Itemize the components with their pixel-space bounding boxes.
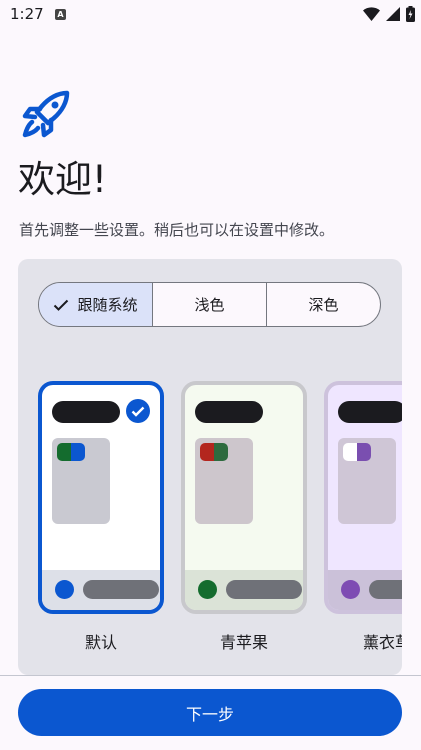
preview-bottom-pill <box>226 580 302 599</box>
preview-color-dot <box>71 443 85 461</box>
theme-mode-label: 浅色 <box>194 296 225 314</box>
theme-label-lavender: 薰衣草 <box>362 633 402 652</box>
notification-a-icon: A <box>55 9 66 20</box>
status-time: 1:27 <box>10 5 44 23</box>
wifi-icon <box>362 7 380 21</box>
next-step-button[interactable]: 下一步 <box>18 689 402 736</box>
theme-mode-label: 跟随系统 <box>77 296 138 314</box>
preview-content-box <box>195 438 253 524</box>
battery-icon <box>406 6 415 22</box>
theme-mode-label: 深色 <box>308 296 339 314</box>
theme-card-green-apple[interactable] <box>181 381 307 614</box>
theme-mode-segmented-control: 跟随系统 浅色 深色 <box>38 282 381 327</box>
theme-label-default: 默认 <box>84 633 117 652</box>
preview-bottom-bar <box>185 570 303 610</box>
preview-color-dot <box>343 443 357 461</box>
preview-color-dot <box>357 443 371 461</box>
theme-label-green-apple: 青苹果 <box>219 633 268 652</box>
preview-bottom-dot <box>198 580 217 599</box>
theme-mode-light[interactable]: 浅色 <box>152 283 266 326</box>
preview-bottom-dot <box>55 580 74 599</box>
preview-color-dot <box>200 443 214 461</box>
preview-bottom-bar <box>328 570 402 610</box>
preview-content-box <box>52 438 110 524</box>
footer-divider <box>0 675 421 676</box>
settings-panel: 跟随系统 浅色 深色 默认 青苹果 薰衣 <box>18 259 402 675</box>
theme-mode-dark[interactable]: 深色 <box>266 283 380 326</box>
rocket-icon <box>22 90 70 138</box>
status-icons <box>362 6 415 22</box>
preview-bottom-bar <box>42 570 160 610</box>
theme-card-lavender[interactable] <box>324 381 402 614</box>
check-icon <box>54 299 69 311</box>
status-bar: 1:27 A <box>0 0 421 30</box>
theme-card-default[interactable] <box>38 381 164 614</box>
selected-check-icon <box>126 399 150 423</box>
theme-mode-follow-system[interactable]: 跟随系统 <box>39 283 152 326</box>
preview-bottom-dot <box>341 580 360 599</box>
preview-bottom-pill <box>83 580 159 599</box>
preview-color-dot <box>214 443 228 461</box>
cell-signal-icon <box>385 7 400 21</box>
page-title: 欢迎! <box>18 158 107 201</box>
preview-bottom-pill <box>369 580 402 599</box>
page-subtitle: 首先调整一些设置。稍后也可以在设置中修改。 <box>19 221 335 239</box>
preview-top-bar <box>195 401 263 423</box>
preview-top-bar <box>52 401 120 423</box>
preview-color-dot <box>57 443 71 461</box>
preview-top-bar <box>338 401 402 423</box>
preview-content-box <box>338 438 396 524</box>
